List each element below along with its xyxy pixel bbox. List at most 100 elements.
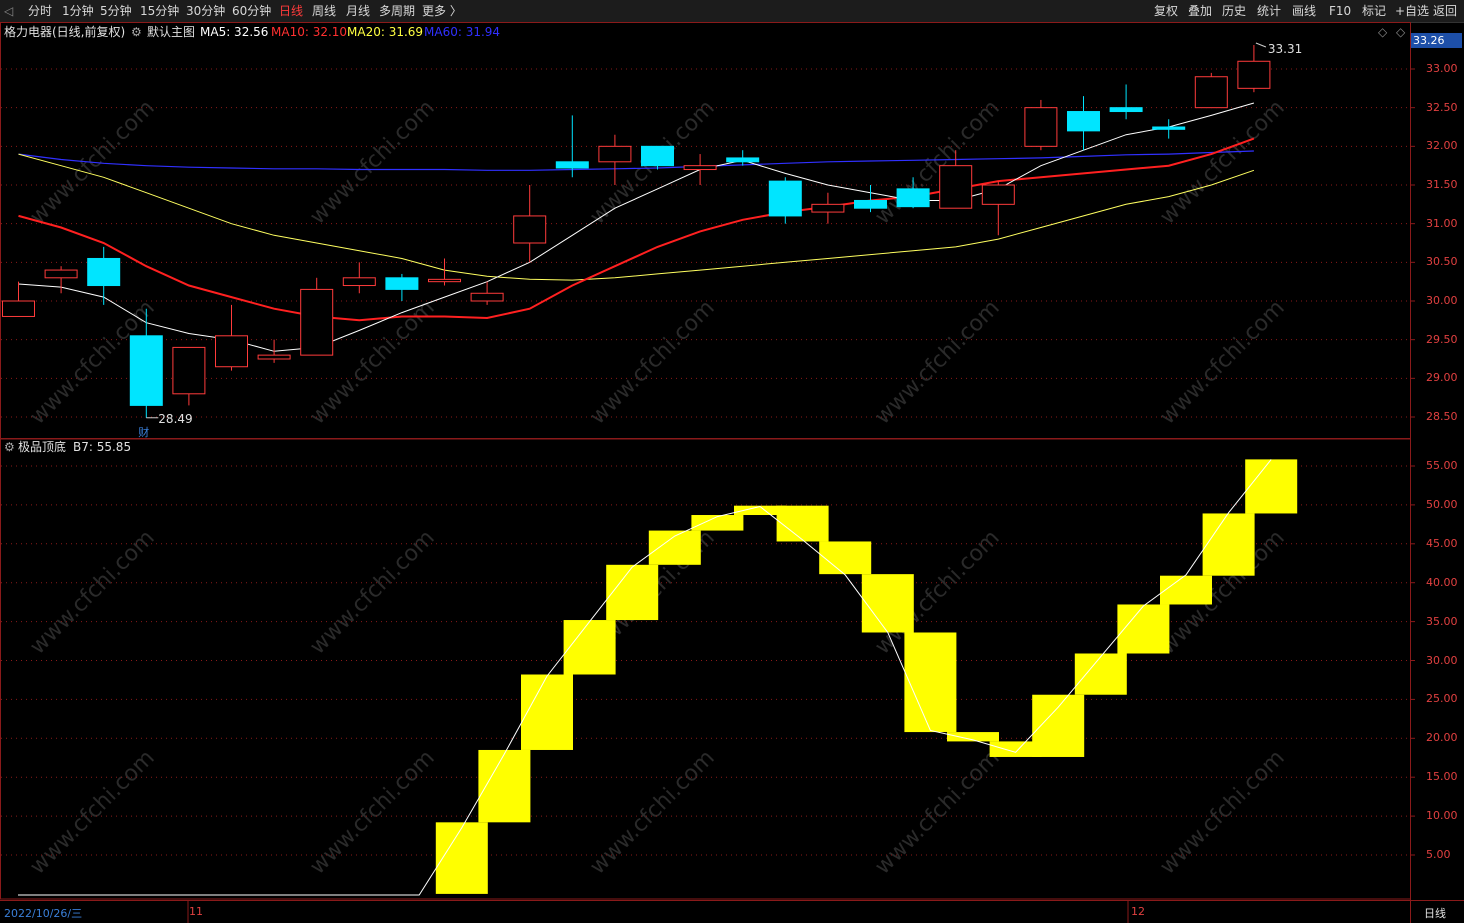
indicator-bar-27 bbox=[1160, 575, 1212, 605]
indicator-bar-26 bbox=[1117, 604, 1170, 654]
month-label-11: 11 bbox=[189, 905, 203, 918]
candle-body-6 bbox=[257, 354, 291, 360]
low-price-label: 28.49 bbox=[158, 412, 192, 426]
toolbar-button-0[interactable]: 复权 bbox=[1154, 3, 1178, 19]
main-ytick-1: 32.50 bbox=[1426, 100, 1458, 114]
main-ytick-2: 32.00 bbox=[1426, 139, 1458, 153]
tab-4[interactable]: 30分钟 bbox=[186, 3, 225, 19]
sub-ytick-2: 45.00 bbox=[1426, 536, 1458, 550]
indicator-bar-12 bbox=[521, 674, 573, 750]
main-ytick-3: 31.50 bbox=[1426, 178, 1458, 191]
candle-body-14 bbox=[598, 145, 632, 163]
sub-ytick-1: 50.00 bbox=[1426, 497, 1458, 511]
indicator-bar-21 bbox=[904, 632, 957, 733]
candle-body-28 bbox=[1194, 76, 1228, 109]
main-ytick-8: 29.00 bbox=[1426, 371, 1458, 385]
sub-ytick-0: 55.00 bbox=[1426, 459, 1458, 472]
ma10-line bbox=[18, 137, 1255, 322]
toolbar-button-6[interactable]: 标记 bbox=[1362, 3, 1386, 19]
main-ytick-9: 28.50 bbox=[1426, 410, 1458, 423]
tab-7[interactable]: 周线 bbox=[312, 3, 336, 19]
period-toolbar: ◁ 分时 1分钟 5分钟 15分钟 30分钟 60分钟 日线 周线 月线 多周期 更多 〉 复权 叠加… bbox=[0, 0, 1464, 23]
ma60-line bbox=[18, 150, 1254, 171]
indicator-bar-16 bbox=[691, 515, 744, 531]
tab-2[interactable]: 5分钟 bbox=[100, 3, 132, 19]
candle-body-12 bbox=[513, 215, 547, 244]
candle-body-26 bbox=[1109, 107, 1143, 113]
main-ytick-7: 29.50 bbox=[1426, 332, 1458, 346]
tab-5[interactable]: 60分钟 bbox=[232, 3, 271, 19]
tab-3[interactable]: 15分钟 bbox=[140, 3, 179, 19]
main-ytick-4: 31.00 bbox=[1426, 216, 1458, 230]
candle-body-10 bbox=[428, 278, 461, 283]
candle-body-16 bbox=[683, 165, 717, 171]
candle-body-3 bbox=[129, 335, 163, 406]
toolbar-button-5[interactable]: F10 bbox=[1329, 3, 1351, 19]
sub-pane-frame bbox=[0, 438, 1411, 900]
candle-body-17 bbox=[726, 157, 760, 163]
candle-body-8 bbox=[342, 277, 376, 287]
toolbar-button-3[interactable]: 统计 bbox=[1257, 3, 1281, 19]
candle-body-23 bbox=[981, 184, 1015, 205]
tab-0[interactable]: 分时 bbox=[28, 3, 52, 19]
sub-ytick-8: 15.00 bbox=[1426, 770, 1458, 784]
candle-body-15 bbox=[641, 145, 674, 167]
toolbar-button-8[interactable]: 返回 bbox=[1433, 3, 1457, 19]
candle-body-2 bbox=[87, 257, 121, 287]
candle-body-18 bbox=[768, 180, 802, 217]
candle-body-22 bbox=[939, 165, 973, 209]
indicator-bar-19 bbox=[819, 541, 872, 575]
candle-body-29 bbox=[1237, 60, 1271, 89]
indicator-bar-10 bbox=[435, 822, 488, 894]
candle-body-7 bbox=[300, 288, 334, 356]
indicator-bar-25 bbox=[1074, 653, 1127, 695]
indicator-line bbox=[18, 459, 1272, 896]
candle-body-5 bbox=[215, 335, 248, 368]
sub-ytick-4: 35.00 bbox=[1426, 614, 1458, 628]
tab-8[interactable]: 月线 bbox=[346, 3, 370, 19]
indicator-bar-18 bbox=[776, 505, 829, 542]
candle-body-13 bbox=[555, 161, 589, 169]
sub-ytick-5: 30.00 bbox=[1426, 653, 1458, 667]
indicator-bar-13 bbox=[563, 620, 616, 675]
sub-ytick-6: 25.00 bbox=[1426, 692, 1458, 706]
candle-body-21 bbox=[896, 188, 930, 208]
toolbar-button-1[interactable]: 叠加 bbox=[1188, 3, 1212, 19]
main-ytick-6: 30.00 bbox=[1426, 294, 1458, 307]
main-ytick-5: 30.50 bbox=[1426, 255, 1458, 269]
indicator-bar-29 bbox=[1245, 459, 1298, 514]
indicator-bar-14 bbox=[606, 564, 659, 621]
candle-body-0 bbox=[2, 300, 35, 317]
candle-body-24 bbox=[1024, 107, 1058, 147]
candle-body-19 bbox=[811, 203, 845, 213]
tab-1[interactable]: 1分钟 bbox=[62, 3, 94, 19]
sub-ytick-10: 5.00 bbox=[1426, 848, 1451, 861]
toolbar-button-7[interactable]: +自选 bbox=[1395, 3, 1429, 19]
indicator-bar-28 bbox=[1202, 513, 1255, 576]
tab-9[interactable]: 多周期 bbox=[379, 3, 415, 19]
ma5-line bbox=[18, 102, 1255, 352]
period-label[interactable]: 日线 bbox=[1424, 905, 1446, 921]
candle-body-20 bbox=[854, 199, 887, 209]
indicator-bar-20 bbox=[861, 574, 914, 633]
month-label-12: 12 bbox=[1131, 905, 1145, 918]
chart-canvas[interactable]: 33.31 28.49 财 bbox=[0, 22, 1464, 923]
candle-body-27 bbox=[1152, 126, 1186, 130]
high-price-label: 33.31 bbox=[1268, 42, 1302, 56]
tab-10[interactable]: 更多 〉 bbox=[422, 3, 462, 19]
candle-body-1 bbox=[44, 269, 78, 279]
main-ytick-0: 33.00 bbox=[1426, 62, 1458, 75]
sub-ytick-3: 40.00 bbox=[1426, 575, 1458, 589]
ma20-line bbox=[18, 153, 1255, 281]
sub-ytick-9: 10.00 bbox=[1426, 809, 1458, 823]
candle-body-11 bbox=[470, 292, 504, 302]
tab-6[interactable]: 日线 bbox=[279, 3, 303, 19]
candle-body-9 bbox=[385, 277, 419, 290]
high-marker-arrow bbox=[1255, 42, 1267, 48]
candle-body-4 bbox=[172, 346, 206, 395]
collapse-icon[interactable]: ◁ bbox=[4, 3, 13, 19]
sub-ytick-7: 20.00 bbox=[1426, 731, 1458, 745]
toolbar-button-2[interactable]: 历史 bbox=[1222, 3, 1246, 19]
event-marker-label: 财 bbox=[138, 425, 149, 439]
toolbar-button-4[interactable]: 画线 bbox=[1292, 3, 1316, 19]
